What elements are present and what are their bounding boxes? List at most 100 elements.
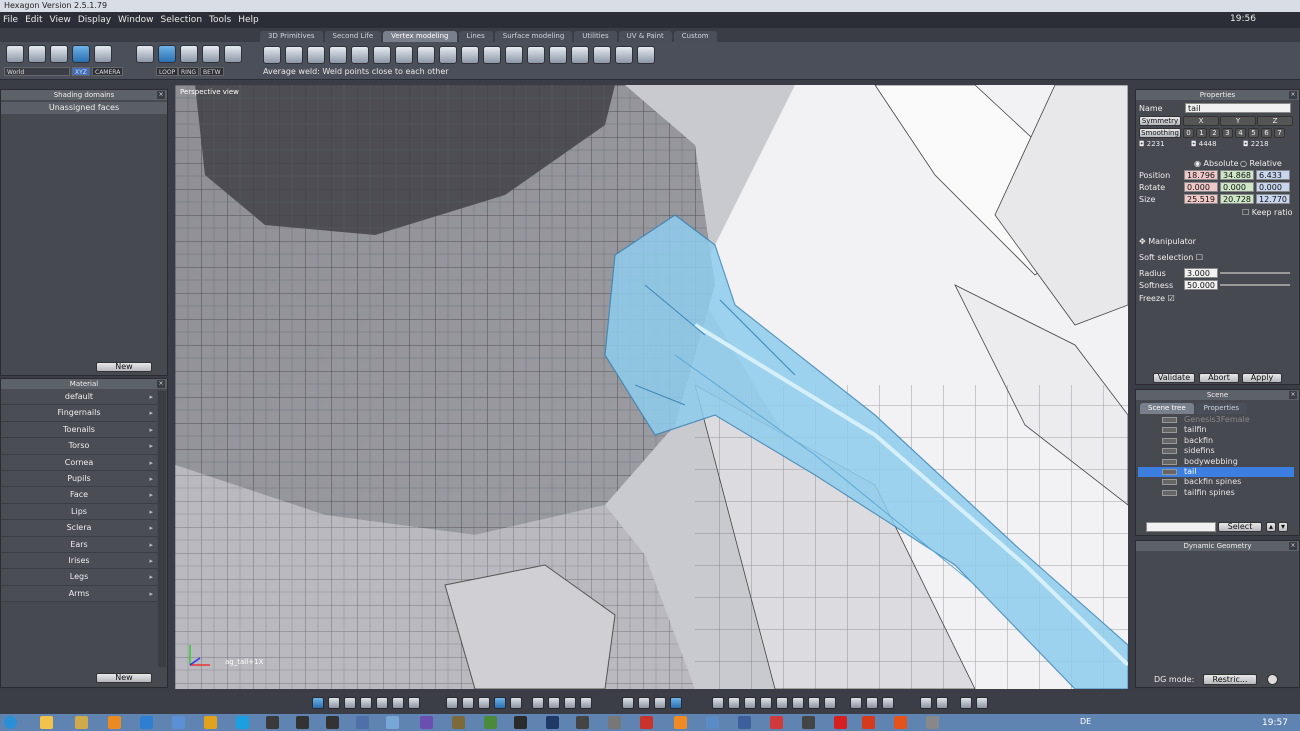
scene-item[interactable]: sidefins [1138, 446, 1294, 456]
taskbar-app-icon[interactable] [834, 716, 847, 729]
auto-mode-icon[interactable] [224, 45, 242, 63]
extrude-icon[interactable] [263, 46, 281, 64]
symmetry-icon[interactable] [571, 46, 589, 64]
smooth-level[interactable]: 3 [1222, 128, 1233, 138]
paint-select-icon[interactable] [50, 45, 68, 63]
filezilla-icon[interactable] [640, 716, 653, 729]
scene-item[interactable]: backfin spines [1138, 477, 1294, 487]
radius-field[interactable]: 3.000 [1184, 268, 1218, 278]
position-x[interactable]: 18.796 [1184, 170, 1218, 180]
rotate-x[interactable]: 0.000 [1184, 182, 1218, 192]
paint-bucket-icon[interactable] [920, 697, 932, 709]
camera-icon[interactable] [976, 697, 988, 709]
smooth-level[interactable]: 2 [1209, 128, 1220, 138]
visibility-icon[interactable] [1162, 417, 1177, 423]
zoom-icon[interactable] [564, 697, 576, 709]
layout-split3-icon[interactable] [376, 697, 388, 709]
sphere-render-icon[interactable] [824, 697, 836, 709]
smooth-level[interactable]: 7 [1274, 128, 1285, 138]
taskbar-app-icon[interactable] [266, 716, 279, 729]
radius-slider[interactable] [1220, 272, 1290, 274]
opera-icon[interactable] [862, 716, 875, 729]
explorer-icon[interactable] [40, 716, 53, 729]
absolute-radio[interactable]: ◉ Absolute [1194, 159, 1239, 168]
smooth-level[interactable]: 4 [1235, 128, 1246, 138]
close-icon[interactable]: × [1289, 91, 1297, 99]
menu-selection[interactable]: Selection [161, 12, 202, 28]
position-y[interactable]: 34.868 [1220, 170, 1254, 180]
dual-view-icon[interactable] [960, 697, 972, 709]
magnet-icon[interactable] [94, 45, 112, 63]
smoothing-button[interactable]: Smoothing [1139, 128, 1181, 138]
menu-view[interactable]: View [50, 12, 71, 28]
position-z[interactable]: 6.433 [1256, 170, 1290, 180]
softness-slider[interactable] [1220, 284, 1290, 286]
menu-help[interactable]: Help [238, 12, 259, 28]
material-item[interactable]: default [1, 389, 157, 406]
material-item[interactable]: Sclera [1, 520, 157, 537]
dg-toggle[interactable] [1267, 674, 1278, 685]
abort-button[interactable]: Abort [1199, 373, 1239, 383]
tab-vertex-modeling[interactable]: Vertex modeling [383, 31, 457, 42]
close-icon[interactable]: × [157, 91, 165, 99]
apply-button[interactable]: Apply [1242, 373, 1282, 383]
snap-icon[interactable] [462, 697, 474, 709]
inset-icon[interactable] [351, 46, 369, 64]
close-icon[interactable]: × [1289, 542, 1297, 550]
move-icon[interactable] [615, 46, 633, 64]
smooth-icon[interactable] [527, 46, 545, 64]
scene-filter-input[interactable] [1146, 522, 1216, 532]
visibility-icon[interactable] [1162, 489, 1177, 496]
coord-system-select[interactable]: World [4, 67, 70, 76]
rotate-view-icon[interactable] [638, 697, 650, 709]
scene-item[interactable]: tailfin [1138, 425, 1294, 435]
taskbar-app-icon[interactable] [926, 716, 939, 729]
display-mode-icon[interactable] [478, 697, 490, 709]
select-arrow-icon[interactable] [6, 45, 24, 63]
start-button-icon[interactable] [4, 716, 17, 729]
manipulator-row[interactable]: ✥ Manipulator [1139, 237, 1196, 246]
select-button[interactable]: Select [1218, 522, 1262, 532]
visibility-icon[interactable] [1162, 427, 1177, 434]
shaded-icon[interactable] [510, 697, 522, 709]
taskbar-app-icon[interactable] [514, 716, 527, 729]
betw-button[interactable]: BETW [200, 67, 224, 76]
scene-item[interactable]: backfin [1138, 436, 1294, 446]
xyz-button[interactable]: XYZ [72, 67, 90, 76]
taskbar-app-icon[interactable] [75, 716, 88, 729]
material-item[interactable]: Pupils [1, 470, 157, 488]
material-item[interactable]: Fingernails [1, 405, 157, 422]
sphere-wire-icon[interactable] [728, 697, 740, 709]
material-item[interactable]: Torso [1, 438, 157, 455]
sphere-smooth-icon[interactable] [744, 697, 756, 709]
taskbar-app-icon[interactable] [576, 716, 589, 729]
material-item[interactable]: Ears [1, 536, 157, 553]
render-icon[interactable] [548, 697, 560, 709]
soft-selection-checkbox[interactable]: Soft selection ☐ [1139, 253, 1203, 262]
collapse-icon[interactable] [505, 46, 523, 64]
sphere-texture-icon[interactable] [776, 697, 788, 709]
layout-quad-icon[interactable] [328, 697, 340, 709]
close-icon[interactable]: × [1289, 391, 1297, 399]
taskbar-app-icon[interactable] [894, 716, 907, 729]
tab-lines[interactable]: Lines [458, 31, 493, 42]
menu-tools[interactable]: Tools [209, 12, 231, 28]
thickness-icon[interactable] [329, 46, 347, 64]
smooth-level[interactable]: 1 [1196, 128, 1207, 138]
menu-display[interactable]: Display [78, 12, 111, 28]
taskbar-app-icon[interactable] [452, 716, 465, 729]
cut-icon[interactable] [417, 46, 435, 64]
taskbar-app-icon[interactable] [356, 716, 369, 729]
size-y[interactable]: 20.728 [1220, 194, 1254, 204]
daz-studio-icon[interactable] [296, 716, 309, 729]
visibility-icon[interactable] [1162, 448, 1177, 455]
taskbar-app-icon[interactable] [706, 716, 719, 729]
chrome-icon[interactable] [204, 716, 217, 729]
symmetry-button[interactable]: Symmetry [1139, 116, 1181, 126]
material-icon[interactable] [936, 697, 948, 709]
tab-custom[interactable]: Custom [673, 31, 717, 42]
rotate-y[interactable]: 0.000 [1220, 182, 1254, 192]
visibility-icon[interactable] [1162, 468, 1177, 475]
taskbar-app-icon[interactable] [484, 716, 497, 729]
material-item[interactable]: Lips [1, 503, 157, 521]
